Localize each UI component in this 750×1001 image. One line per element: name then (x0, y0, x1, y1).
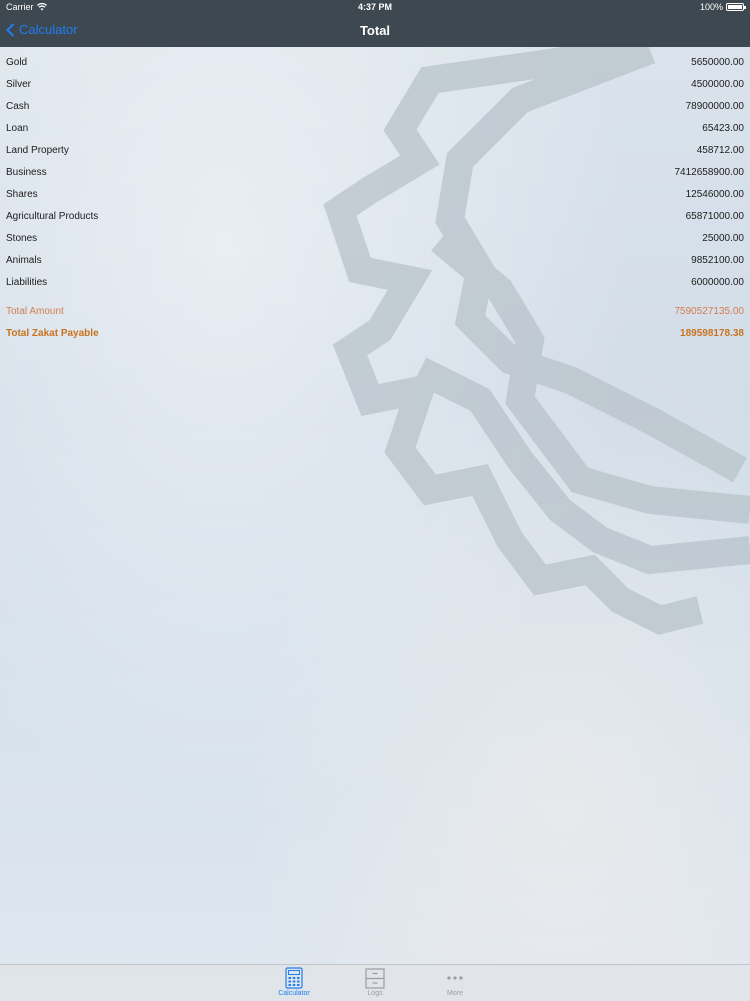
tab-logs[interactable]: Logs (350, 967, 400, 997)
tab-more[interactable]: More (430, 967, 480, 997)
asset-label: Loan (6, 122, 29, 134)
total-zakat-label: Total Zakat Payable (6, 327, 99, 339)
summary-section: Total Amount 7590527135.00 Total Zakat P… (0, 300, 750, 344)
asset-value: 25000.00 (702, 232, 744, 244)
asset-label: Business (6, 166, 47, 178)
asset-row-cash: Cash 78900000.00 (0, 95, 750, 117)
asset-value: 65423.00 (702, 122, 744, 134)
asset-value: 12546000.00 (685, 188, 744, 200)
asset-value: 6000000.00 (691, 276, 744, 288)
asset-label: Land Property (6, 144, 69, 156)
asset-value: 5650000.00 (691, 56, 744, 68)
status-time: 4:37 PM (357, 2, 392, 12)
asset-row-stones: Stones 25000.00 (0, 227, 750, 249)
asset-row-agricultural-products: Agricultural Products 65871000.00 (0, 205, 750, 227)
tab-label: Calculator (278, 990, 310, 997)
asset-row-business: Business 7412658900.00 (0, 161, 750, 183)
asset-label: Animals (6, 254, 42, 266)
total-amount-label: Total Amount (6, 305, 64, 317)
tab-label: More (447, 990, 463, 997)
asset-list: Gold 5650000.00 Silver 4500000.00 Cash 7… (0, 51, 750, 293)
navigation-bar: Calculator Total (0, 14, 750, 47)
more-dots-icon (447, 976, 463, 980)
total-amount-row: Total Amount 7590527135.00 (0, 300, 750, 322)
asset-label: Agricultural Products (6, 210, 99, 222)
asset-label: Liabilities (6, 276, 48, 288)
cabinet-icon (365, 968, 385, 989)
asset-row-shares: Shares 12546000.00 (0, 183, 750, 205)
asset-value: 65871000.00 (685, 210, 744, 222)
asset-label: Stones (6, 232, 38, 244)
asset-row-gold: Gold 5650000.00 (0, 51, 750, 73)
asset-label: Gold (6, 56, 28, 68)
battery-icon (726, 3, 746, 11)
status-bar: Carrier 4:37 PM 100% (0, 0, 750, 14)
asset-value: 9852100.00 (691, 254, 744, 266)
asset-row-animals: Animals 9852100.00 (0, 249, 750, 271)
asset-label: Silver (6, 78, 32, 90)
battery-percent: 100% (699, 2, 723, 12)
total-zakat-row: Total Zakat Payable 189598178.38 (0, 322, 750, 344)
asset-label: Shares (6, 188, 38, 200)
asset-value: 7412658900.00 (674, 166, 744, 178)
asset-value: 458712.00 (696, 144, 744, 156)
asset-row-land-property: Land Property 458712.00 (0, 139, 750, 161)
total-amount-value: 7590527135.00 (674, 305, 744, 317)
asset-value: 4500000.00 (691, 78, 744, 90)
asset-label: Cash (6, 100, 30, 112)
asset-value: 78900000.00 (685, 100, 744, 112)
calculator-icon (285, 967, 303, 989)
page-title: Total (359, 23, 391, 38)
total-zakat-value: 189598178.38 (680, 327, 744, 339)
asset-row-silver: Silver 4500000.00 (0, 73, 750, 95)
tab-calculator[interactable]: Calculator (269, 967, 319, 997)
asset-row-loan: Loan 65423.00 (0, 117, 750, 139)
battery-group: 100% (699, 2, 746, 12)
tab-label: Logs (367, 990, 383, 997)
asset-row-liabilities: Liabilities 6000000.00 (0, 271, 750, 293)
tab-bar: Calculator Logs More (0, 964, 750, 1001)
